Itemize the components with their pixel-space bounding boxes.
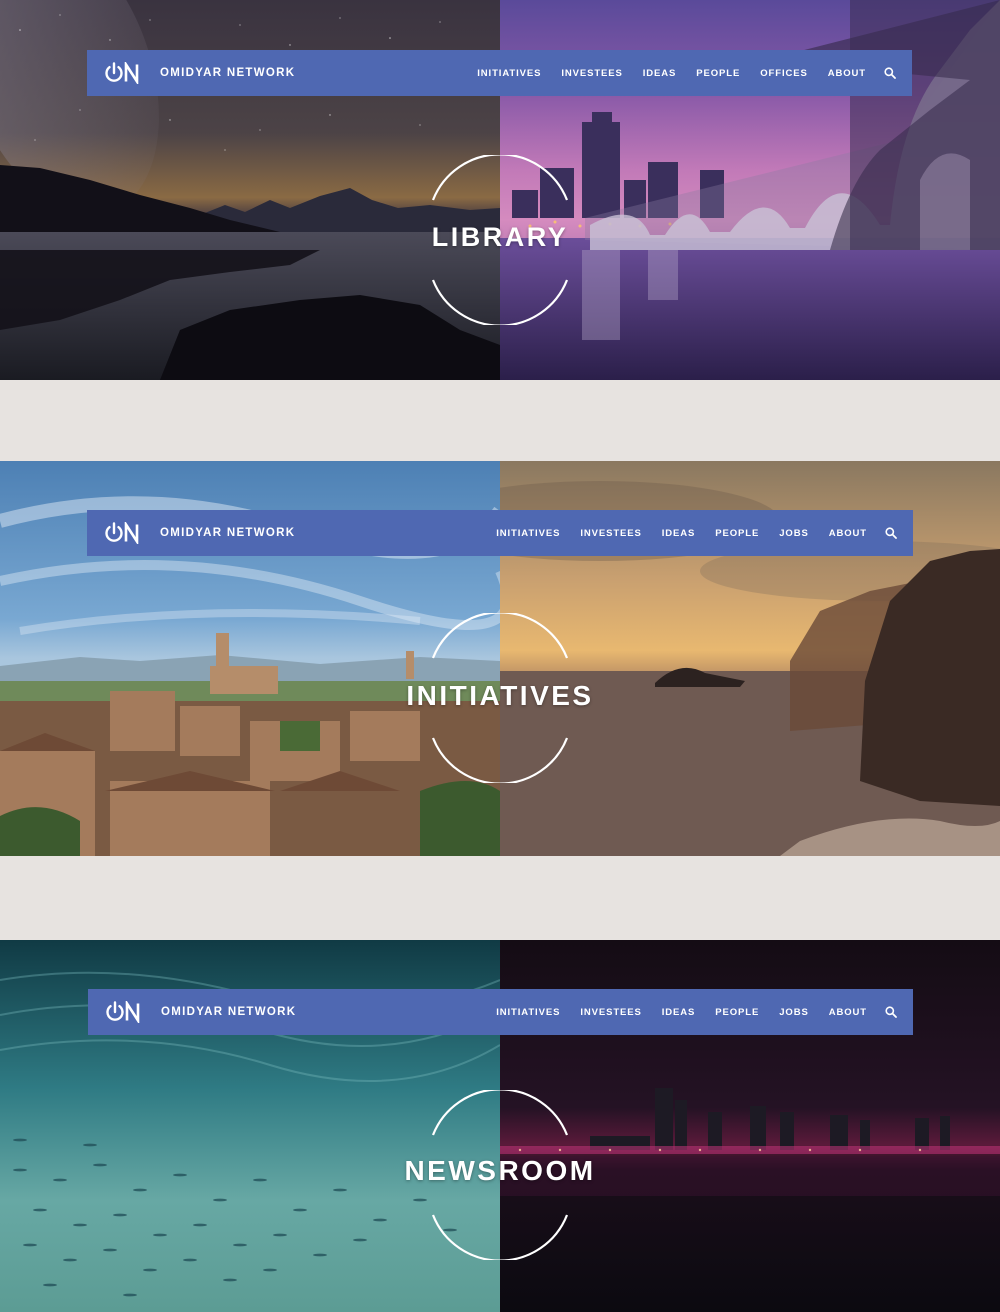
search-icon[interactable] [884,67,896,79]
top-navigation-bar: OMIDYAR NETWORK INITIATIVES INVESTEES ID… [88,989,913,1035]
power-logo-icon [104,522,142,544]
brand-home-link[interactable]: OMIDYAR NETWORK [105,1001,296,1023]
nav-link-people[interactable]: PEOPLE [715,528,759,539]
nav-link-investees[interactable]: INVESTEES [580,1007,641,1018]
nav-link-ideas[interactable]: IDEAS [662,1007,696,1018]
nav-link-initiatives[interactable]: INITIATIVES [477,68,541,79]
brand-name: OMIDYAR NETWORK [161,1006,297,1018]
brand-home-link[interactable]: OMIDYAR NETWORK [104,522,295,544]
nav-link-jobs[interactable]: JOBS [779,528,808,539]
nav-link-ideas[interactable]: IDEAS [662,528,696,539]
search-icon[interactable] [885,1006,897,1018]
brand-name: OMIDYAR NETWORK [160,527,296,539]
power-logo-icon [104,62,142,84]
nav-link-initiatives[interactable]: INITIATIVES [496,528,560,539]
nav-link-ideas[interactable]: IDEAS [643,68,677,79]
nav-link-about[interactable]: ABOUT [829,1007,867,1018]
top-navigation-bar: OMIDYAR NETWORK INITIATIVES INVESTEES ID… [87,50,912,96]
nav-link-offices[interactable]: OFFICES [760,68,807,79]
nav-link-about[interactable]: ABOUT [828,68,866,79]
brand-home-link[interactable]: OMIDYAR NETWORK [104,62,295,84]
section-title-library: LIBRARY [431,222,569,252]
hero-library: OMIDYAR NETWORK INITIATIVES INVESTEES ID… [0,0,1000,380]
section-title-initiatives: INITIATIVES [406,680,594,711]
nav-links: INITIATIVES INVESTEES IDEAS PEOPLE JOBS … [496,527,897,539]
hero-initiatives: OMIDYAR NETWORK INITIATIVES INVESTEES ID… [0,461,1000,856]
nav-link-about[interactable]: ABOUT [829,528,867,539]
nav-link-people[interactable]: PEOPLE [696,68,740,79]
power-logo-icon [105,1001,143,1023]
top-navigation-bar: OMIDYAR NETWORK INITIATIVES INVESTEES ID… [87,510,913,556]
brand-name: OMIDYAR NETWORK [160,67,296,79]
hero-newsroom: OMIDYAR NETWORK INITIATIVES INVESTEES ID… [0,940,1000,1312]
nav-links: INITIATIVES INVESTEES IDEAS PEOPLE OFFIC… [477,67,896,79]
search-icon[interactable] [885,527,897,539]
nav-link-investees[interactable]: INVESTEES [580,528,641,539]
nav-link-investees[interactable]: INVESTEES [561,68,622,79]
nav-link-people[interactable]: PEOPLE [715,1007,759,1018]
nav-link-initiatives[interactable]: INITIATIVES [496,1007,560,1018]
nav-link-jobs[interactable]: JOBS [779,1007,808,1018]
section-title-newsroom: NEWSROOM [404,1155,596,1186]
nav-links: INITIATIVES INVESTEES IDEAS PEOPLE JOBS … [496,1006,897,1018]
